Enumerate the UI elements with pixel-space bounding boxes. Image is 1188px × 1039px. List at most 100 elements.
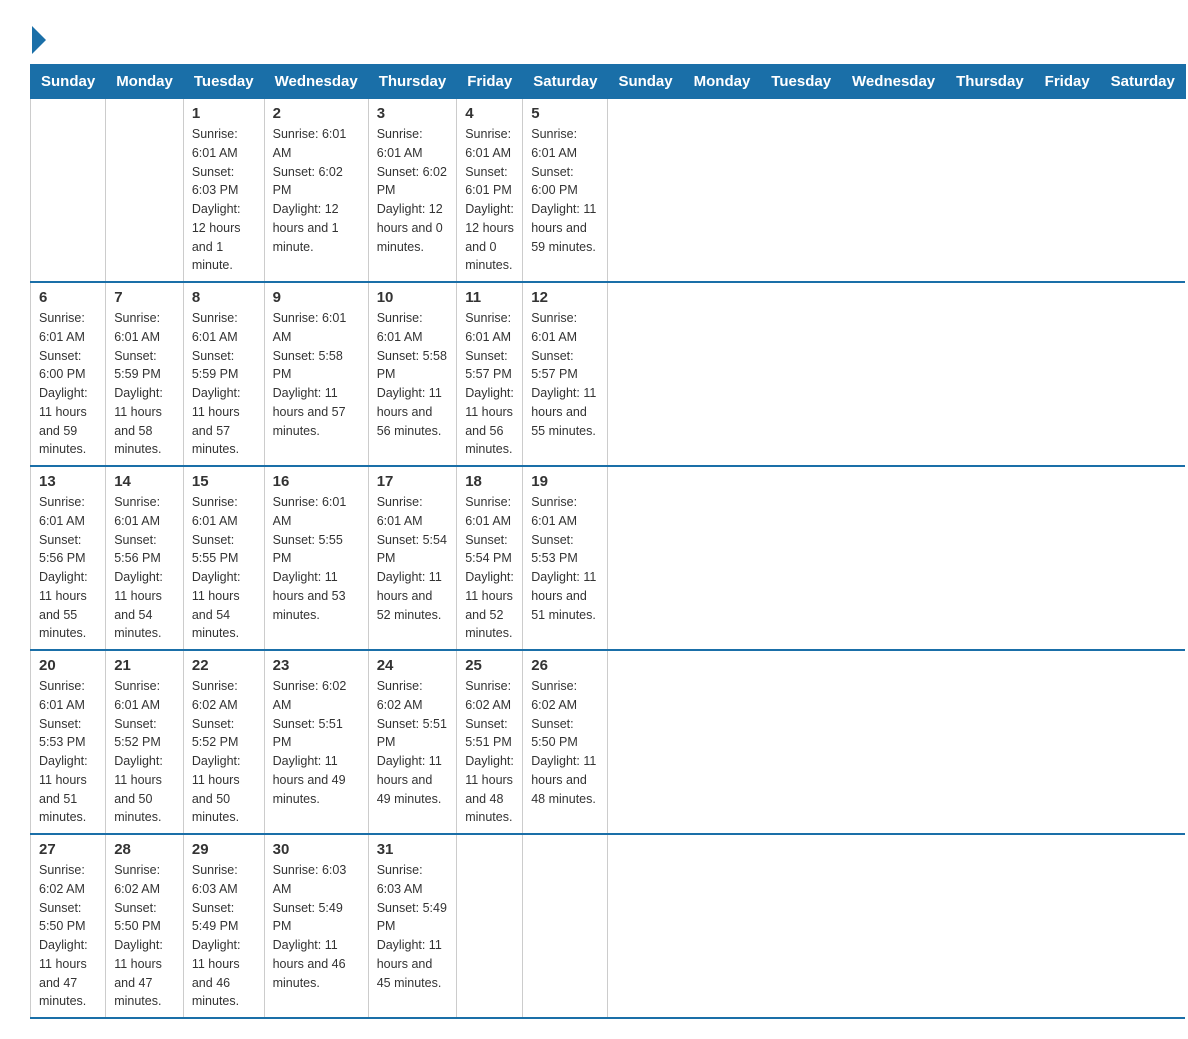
day-info: Sunrise: 6:01 AM Sunset: 5:58 PM Dayligh… bbox=[273, 309, 360, 440]
day-number: 28 bbox=[114, 841, 175, 858]
calendar-cell: 5 Sunrise: 6:01 AM Sunset: 6:00 PM Daylig… bbox=[523, 99, 608, 283]
header-thursday: Thursday bbox=[946, 65, 1035, 99]
day-info: Sunrise: 6:01 AM Sunset: 5:55 PM Dayligh… bbox=[192, 493, 256, 643]
day-number: 16 bbox=[273, 473, 360, 490]
calendar-cell: 24 Sunrise: 6:02 AM Sunset: 5:51 PM Dayli… bbox=[368, 650, 457, 834]
calendar-cell bbox=[31, 99, 106, 283]
header-wednesday: Wednesday bbox=[264, 65, 368, 99]
calendar-cell bbox=[523, 834, 608, 1018]
day-number: 9 bbox=[273, 289, 360, 306]
calendar-cell: 1Sunrise: 6:01 AM Sunset: 6:03 PM Daylig… bbox=[183, 99, 264, 283]
day-number: 17 bbox=[377, 473, 449, 490]
header-saturday: Saturday bbox=[1100, 65, 1185, 99]
day-info: Sunrise: 6:02 AM Sunset: 5:50 PM Dayligh… bbox=[531, 677, 599, 808]
day-number: 20 bbox=[39, 657, 97, 674]
day-info: Sunrise: 6:01 AM Sunset: 5:56 PM Dayligh… bbox=[39, 493, 97, 643]
day-info: Sunrise: 6:01 AM Sunset: 6:02 PM Dayligh… bbox=[377, 125, 449, 256]
day-number: 30 bbox=[273, 841, 360, 858]
day-info: Sunrise: 6:02 AM Sunset: 5:50 PM Dayligh… bbox=[39, 861, 97, 1011]
header-tuesday: Tuesday bbox=[761, 65, 842, 99]
day-number: 4 bbox=[465, 105, 514, 122]
day-info: Sunrise: 6:01 AM Sunset: 5:55 PM Dayligh… bbox=[273, 493, 360, 624]
calendar-cell: 8Sunrise: 6:01 AM Sunset: 5:59 PM Daylig… bbox=[183, 282, 264, 466]
day-number: 12 bbox=[531, 289, 599, 306]
header-saturday: Saturday bbox=[523, 65, 608, 99]
day-info: Sunrise: 6:03 AM Sunset: 5:49 PM Dayligh… bbox=[377, 861, 449, 992]
calendar-cell: 4Sunrise: 6:01 AM Sunset: 6:01 PM Daylig… bbox=[457, 99, 523, 283]
day-info: Sunrise: 6:01 AM Sunset: 6:00 PM Dayligh… bbox=[531, 125, 599, 256]
day-number: 24 bbox=[377, 657, 449, 674]
day-info: Sunrise: 6:01 AM Sunset: 5:54 PM Dayligh… bbox=[377, 493, 449, 624]
day-number: 5 bbox=[531, 105, 599, 122]
day-info: Sunrise: 6:02 AM Sunset: 5:51 PM Dayligh… bbox=[465, 677, 514, 827]
day-info: Sunrise: 6:02 AM Sunset: 5:51 PM Dayligh… bbox=[377, 677, 449, 808]
day-number: 31 bbox=[377, 841, 449, 858]
calendar-cell: 13 Sunrise: 6:01 AM Sunset: 5:56 PM Dayli… bbox=[31, 466, 106, 650]
day-number: 13 bbox=[39, 473, 97, 490]
calendar-week-5: 27 Sunrise: 6:02 AM Sunset: 5:50 PM Dayli… bbox=[31, 834, 1186, 1018]
header-sunday: Sunday bbox=[31, 65, 106, 99]
day-number: 21 bbox=[114, 657, 175, 674]
day-info: Sunrise: 6:01 AM Sunset: 5:54 PM Dayligh… bbox=[465, 493, 514, 643]
calendar-cell: 18Sunrise: 6:01 AM Sunset: 5:54 PM Dayli… bbox=[457, 466, 523, 650]
calendar-week-3: 13 Sunrise: 6:01 AM Sunset: 5:56 PM Dayli… bbox=[31, 466, 1186, 650]
calendar-cell: 10 Sunrise: 6:01 AM Sunset: 5:58 PM Dayli… bbox=[368, 282, 457, 466]
day-info: Sunrise: 6:01 AM Sunset: 6:00 PM Dayligh… bbox=[39, 309, 97, 459]
day-info: Sunrise: 6:02 AM Sunset: 5:50 PM Dayligh… bbox=[114, 861, 175, 1011]
day-number: 14 bbox=[114, 473, 175, 490]
day-number: 11 bbox=[465, 289, 514, 306]
calendar-cell: 14 Sunrise: 6:01 AM Sunset: 5:56 PM Dayli… bbox=[106, 466, 184, 650]
header-monday: Monday bbox=[683, 65, 761, 99]
day-number: 25 bbox=[465, 657, 514, 674]
calendar-cell: 9 Sunrise: 6:01 AM Sunset: 5:58 PM Daylig… bbox=[264, 282, 368, 466]
day-number: 6 bbox=[39, 289, 97, 306]
calendar-cell bbox=[106, 99, 184, 283]
calendar-cell: 31 Sunrise: 6:03 AM Sunset: 5:49 PM Dayli… bbox=[368, 834, 457, 1018]
day-number: 10 bbox=[377, 289, 449, 306]
calendar-cell: 2 Sunrise: 6:01 AM Sunset: 6:02 PM Daylig… bbox=[264, 99, 368, 283]
day-info: Sunrise: 6:01 AM Sunset: 6:02 PM Dayligh… bbox=[273, 125, 360, 256]
day-info: Sunrise: 6:01 AM Sunset: 5:59 PM Dayligh… bbox=[192, 309, 256, 459]
day-info: Sunrise: 6:01 AM Sunset: 5:58 PM Dayligh… bbox=[377, 309, 449, 440]
calendar-cell: 30Sunrise: 6:03 AM Sunset: 5:49 PM Dayli… bbox=[264, 834, 368, 1018]
calendar-week-2: 6 Sunrise: 6:01 AM Sunset: 6:00 PM Daylig… bbox=[31, 282, 1186, 466]
day-number: 2 bbox=[273, 105, 360, 122]
header-friday: Friday bbox=[457, 65, 523, 99]
day-number: 3 bbox=[377, 105, 449, 122]
day-number: 7 bbox=[114, 289, 175, 306]
calendar-cell: 6 Sunrise: 6:01 AM Sunset: 6:00 PM Daylig… bbox=[31, 282, 106, 466]
calendar-cell: 23Sunrise: 6:02 AM Sunset: 5:51 PM Dayli… bbox=[264, 650, 368, 834]
calendar-cell: 26 Sunrise: 6:02 AM Sunset: 5:50 PM Dayli… bbox=[523, 650, 608, 834]
calendar-week-1: 1Sunrise: 6:01 AM Sunset: 6:03 PM Daylig… bbox=[31, 99, 1186, 283]
day-info: Sunrise: 6:01 AM Sunset: 5:53 PM Dayligh… bbox=[531, 493, 599, 624]
day-number: 26 bbox=[531, 657, 599, 674]
day-info: Sunrise: 6:01 AM Sunset: 5:57 PM Dayligh… bbox=[531, 309, 599, 440]
calendar-header-row: SundayMondayTuesdayWednesdayThursdayFrid… bbox=[31, 65, 1186, 99]
day-info: Sunrise: 6:01 AM Sunset: 6:03 PM Dayligh… bbox=[192, 125, 256, 275]
calendar-cell: 19Sunrise: 6:01 AM Sunset: 5:53 PM Dayli… bbox=[523, 466, 608, 650]
logo-triangle-icon bbox=[32, 26, 46, 54]
calendar-cell: 12 Sunrise: 6:01 AM Sunset: 5:57 PM Dayli… bbox=[523, 282, 608, 466]
calendar-cell: 11 Sunrise: 6:01 AM Sunset: 5:57 PM Dayli… bbox=[457, 282, 523, 466]
calendar-week-4: 20 Sunrise: 6:01 AM Sunset: 5:53 PM Dayli… bbox=[31, 650, 1186, 834]
day-info: Sunrise: 6:01 AM Sunset: 5:56 PM Dayligh… bbox=[114, 493, 175, 643]
calendar-table: SundayMondayTuesdayWednesdayThursdayFrid… bbox=[30, 64, 1186, 1019]
calendar-cell: 20 Sunrise: 6:01 AM Sunset: 5:53 PM Dayli… bbox=[31, 650, 106, 834]
calendar-cell: 15 Sunrise: 6:01 AM Sunset: 5:55 PM Dayli… bbox=[183, 466, 264, 650]
day-number: 29 bbox=[192, 841, 256, 858]
day-info: Sunrise: 6:01 AM Sunset: 5:57 PM Dayligh… bbox=[465, 309, 514, 459]
calendar-cell: 16 Sunrise: 6:01 AM Sunset: 5:55 PM Dayli… bbox=[264, 466, 368, 650]
day-number: 27 bbox=[39, 841, 97, 858]
calendar-cell: 27 Sunrise: 6:02 AM Sunset: 5:50 PM Dayli… bbox=[31, 834, 106, 1018]
calendar-cell: 22Sunrise: 6:02 AM Sunset: 5:52 PM Dayli… bbox=[183, 650, 264, 834]
calendar-cell: 7Sunrise: 6:01 AM Sunset: 5:59 PM Daylig… bbox=[106, 282, 184, 466]
day-number: 23 bbox=[273, 657, 360, 674]
day-info: Sunrise: 6:02 AM Sunset: 5:52 PM Dayligh… bbox=[192, 677, 256, 827]
day-info: Sunrise: 6:01 AM Sunset: 5:53 PM Dayligh… bbox=[39, 677, 97, 827]
day-number: 15 bbox=[192, 473, 256, 490]
calendar-cell: 3 Sunrise: 6:01 AM Sunset: 6:02 PM Daylig… bbox=[368, 99, 457, 283]
header-thursday: Thursday bbox=[368, 65, 457, 99]
calendar-cell: 29Sunrise: 6:03 AM Sunset: 5:49 PM Dayli… bbox=[183, 834, 264, 1018]
header-tuesday: Tuesday bbox=[183, 65, 264, 99]
header-friday: Friday bbox=[1034, 65, 1100, 99]
